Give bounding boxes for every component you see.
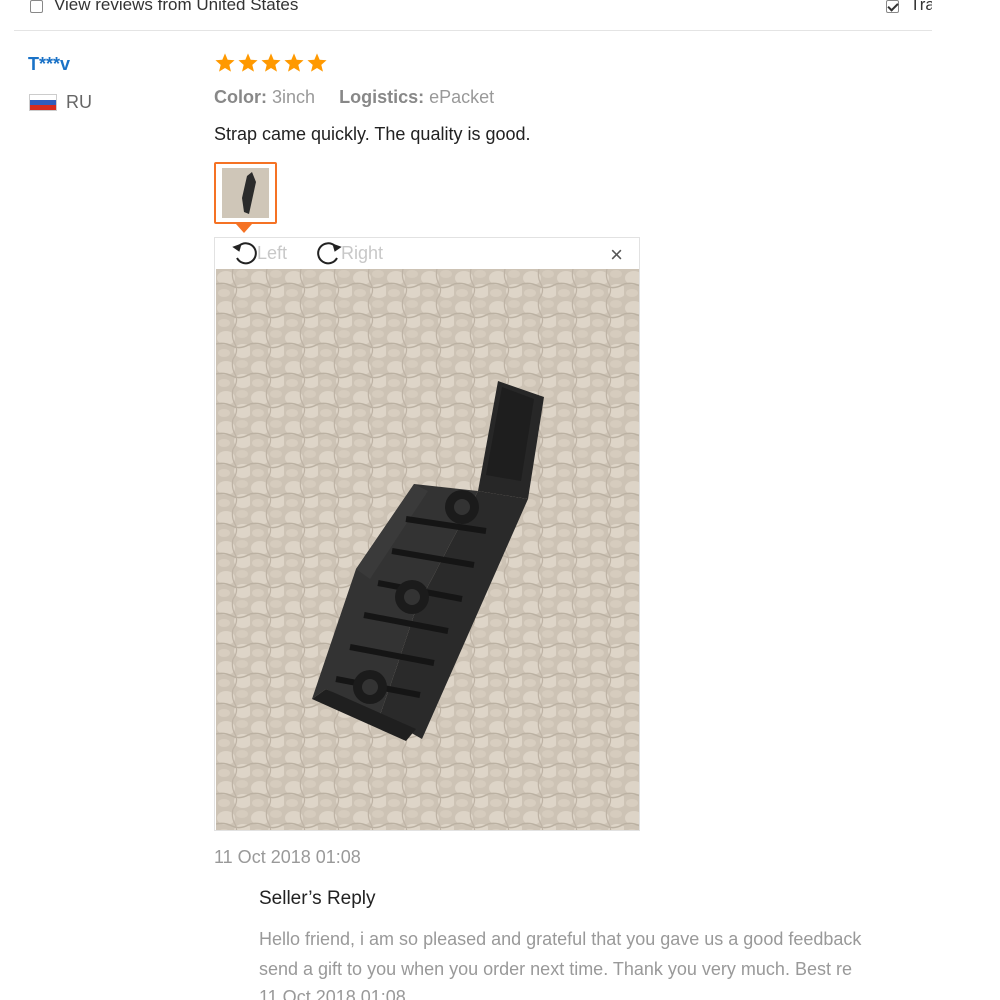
thumbnail-caret [236,224,252,233]
reviewer-name: T***v [28,54,71,74]
thumbnail-image [222,168,269,218]
photo-viewer: Left Right × [214,237,640,831]
review-filter-bar: View reviews from United States Tra [0,0,932,30]
star-icon [215,53,235,72]
rotate-left-label: Left [257,242,288,263]
translate-checkbox[interactable] [886,0,899,13]
reviewer-country: RU [66,92,92,112]
seller-reply-line-2: send a gift to you when you order next t… [259,959,852,979]
review-attributes: Color: 3inch Logistics: ePacket [214,87,494,108]
rotate-left-button[interactable]: Left [229,238,287,268]
review-page: View reviews from United States Tra T***… [0,0,1000,1000]
review-date: 11 Oct 2018 01:08 [214,847,361,867]
star-rating [214,52,328,74]
translate-label[interactable]: Tra [910,0,932,15]
view-local-checkbox[interactable] [30,0,43,13]
photo-viewer-toolbar: Left Right × [215,238,639,268]
review-panel: View reviews from United States Tra T***… [0,0,932,1000]
rotate-right-label: Right [341,242,384,263]
view-local-label[interactable]: View reviews from United States [54,0,298,15]
color-value: 3inch [272,87,316,107]
close-icon[interactable]: × [610,244,623,266]
seller-reply-date: 11 Oct 2018 01:08 [259,987,406,1000]
star-icon [238,53,258,72]
review-photo[interactable] [216,269,639,830]
review-photo-thumbnail[interactable] [214,162,277,224]
seller-reply-line-1: Hello friend, i am so pleased and gratef… [259,929,862,949]
star-icon [284,53,304,72]
star-icon [307,53,327,72]
divider [14,30,932,31]
logistics-value: ePacket [429,87,495,107]
color-key: Color: [214,87,267,107]
russia-flag-icon [29,94,57,111]
seller-reply-text: Hello friend, i am so pleased and gratef… [259,924,932,984]
logistics-key: Logistics: [339,87,425,107]
seller-reply-title: Seller’s Reply [259,888,376,909]
star-icon [261,53,281,72]
review-text: Strap came quickly. The quality is good. [214,124,531,144]
rotate-right-button[interactable]: Right [313,238,383,268]
